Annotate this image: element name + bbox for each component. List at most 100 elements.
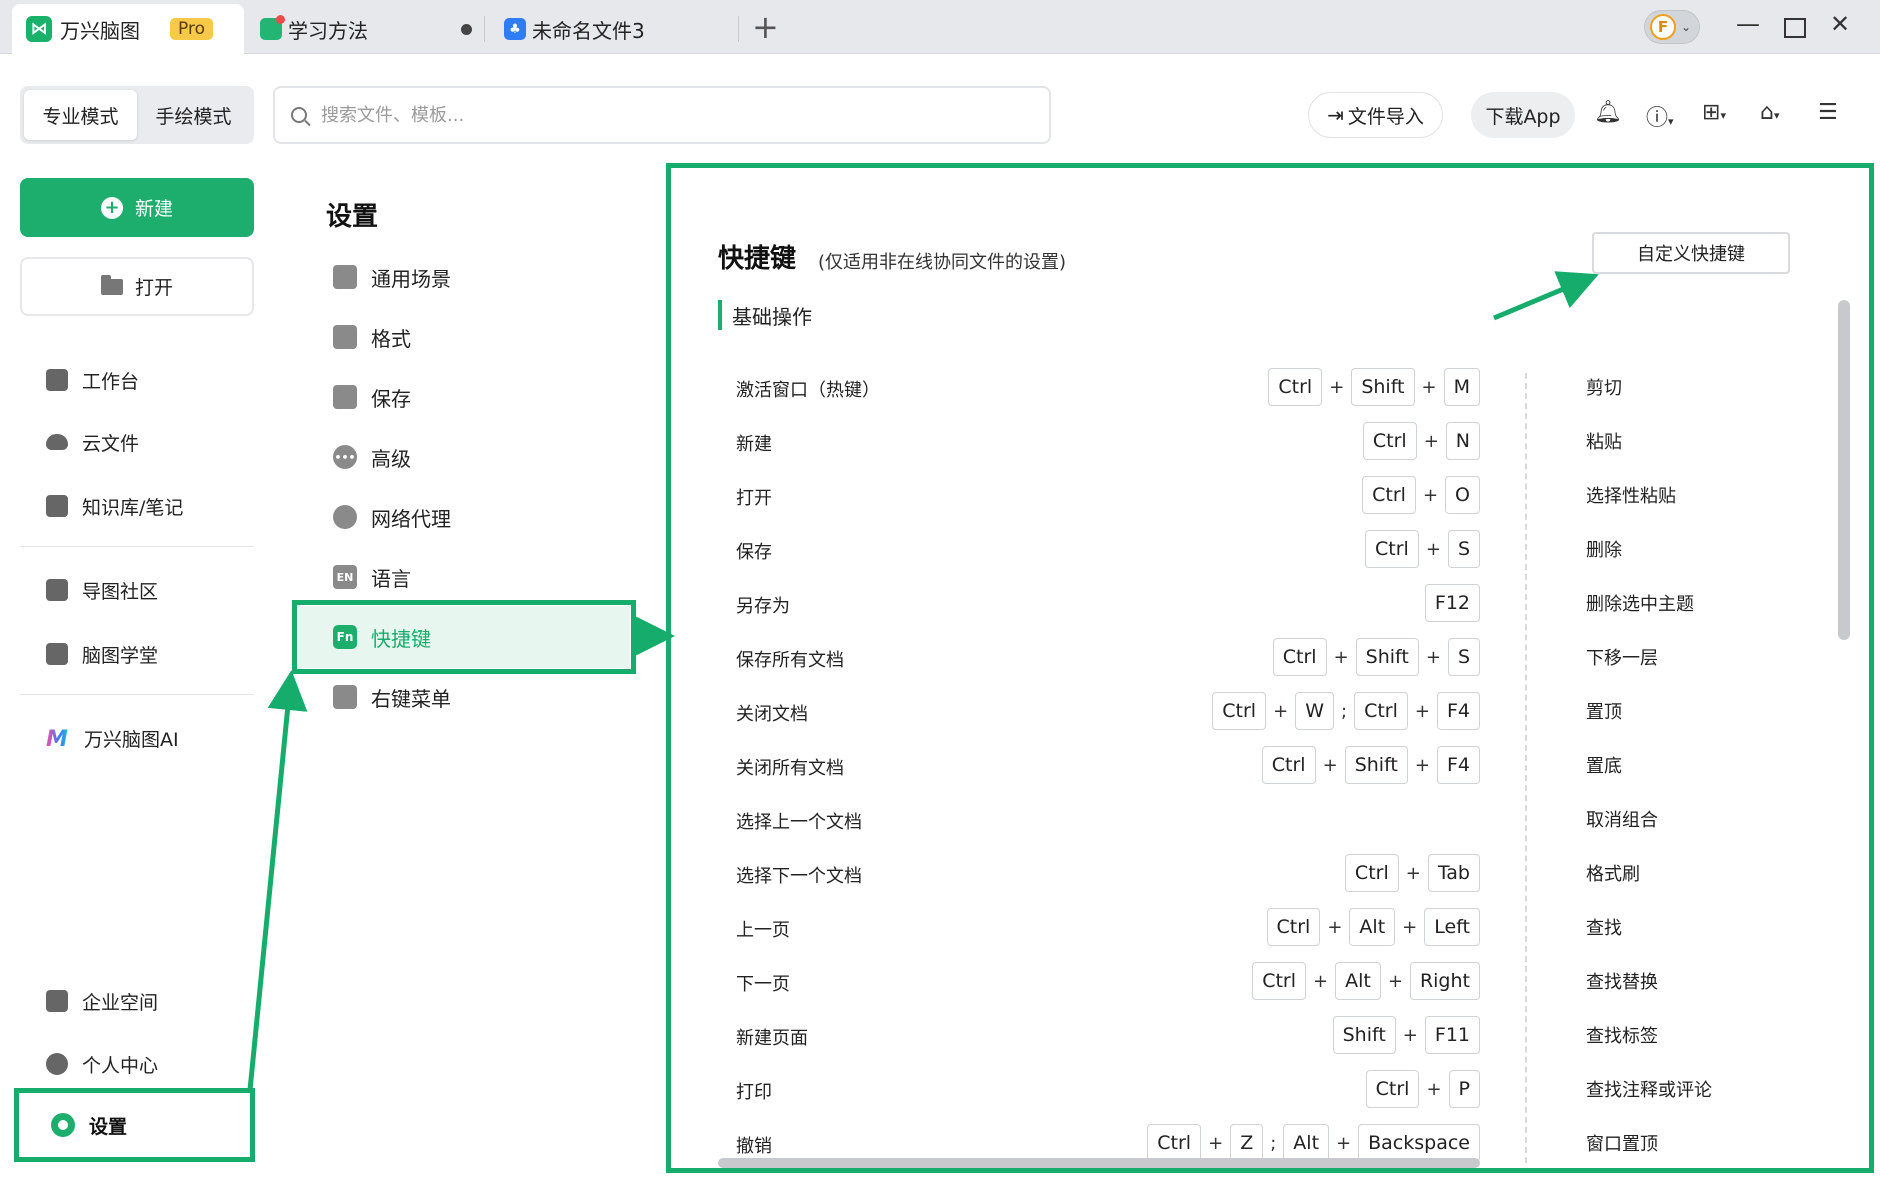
custom-shortcut-button[interactable]: 自定义快捷键 (1592, 232, 1790, 274)
shortcut-label: 新建 (736, 434, 772, 455)
shortcut-label: 新建页面 (736, 1028, 808, 1049)
shortcut-row[interactable]: 关闭文档 Ctrl + W; Ctrl + F4 (736, 688, 1480, 742)
sidebar-divider (20, 546, 254, 547)
horizontal-scrollbar[interactable] (718, 1158, 1480, 1168)
shortcut-label[interactable]: 剪切 (1586, 374, 1622, 400)
tab-divider (484, 16, 485, 42)
shortcut-row[interactable]: 关闭所有文档 Ctrl + Shift + F4 (736, 742, 1480, 796)
save-icon (333, 385, 357, 409)
shortcut-label[interactable]: 置底 (1586, 752, 1622, 778)
settings-item-label: 语言 (371, 566, 411, 591)
sidebar-item-workbench[interactable]: 工作台 (46, 362, 139, 398)
theme-shirt-icon[interactable]: ⌂▾ (1760, 100, 1780, 125)
settings-item-save[interactable]: 保存 (333, 377, 411, 417)
key-cap: Tab (1427, 854, 1480, 892)
mode-handdrawn[interactable]: 手绘模式 (137, 90, 250, 140)
key-cap: Shift (1332, 1016, 1396, 1054)
settings-item-proxy[interactable]: 网络代理 (333, 497, 451, 537)
collapse-menu-icon[interactable]: ☰ (1818, 100, 1838, 125)
settings-item-format[interactable]: 格式 (333, 317, 411, 357)
shortcut-row[interactable]: 上一页 Ctrl + Alt + Left (736, 904, 1480, 958)
shortcut-label: 保存所有文档 (736, 650, 844, 671)
shortcut-label: 下一页 (736, 974, 790, 995)
tab-app-home[interactable]: ⋈ 万兴脑图 Pro (12, 4, 244, 54)
shortcut-label[interactable]: 粘贴 (1586, 428, 1622, 454)
maximize-button[interactable] (1784, 18, 1806, 38)
new-tab-plus-icon[interactable]: + (752, 8, 779, 46)
sidebar-item-label: 企业空间 (82, 991, 159, 1014)
shortcut-row[interactable]: 新建 Ctrl + N (736, 418, 1480, 472)
open-label: 打开 (134, 277, 173, 299)
shortcut-label[interactable]: 查找注释或评论 (1586, 1076, 1712, 1102)
shortcut-row[interactable]: 下一页 Ctrl + Alt + Right (736, 958, 1480, 1012)
shortcut-label[interactable]: 选择性粘贴 (1586, 482, 1676, 508)
help-icon[interactable]: ⓘ▾ (1646, 100, 1674, 132)
fn-key-icon: Fn (333, 625, 357, 649)
settings-item-language[interactable]: EN 语言 (333, 557, 411, 597)
shortcut-row[interactable]: 保存所有文档 Ctrl + Shift + S (736, 634, 1480, 688)
key-cap: Ctrl (1261, 746, 1316, 784)
sidebar-divider (20, 694, 254, 695)
shortcut-label[interactable]: 删除选中主题 (1586, 590, 1694, 616)
tab-study-method[interactable]: 学习方法 (254, 4, 482, 54)
settings-item-advanced[interactable]: ••• 高级 (333, 437, 411, 477)
download-app-button[interactable]: 下载App (1471, 92, 1575, 138)
shortcut-row[interactable]: 打印 Ctrl + P (736, 1066, 1480, 1120)
settings-item-label: 快捷键 (371, 626, 431, 651)
sidebar-item-knowledge[interactable]: 知识库/笔记 (46, 488, 183, 524)
shortcut-label[interactable]: 窗口置顶 (1586, 1130, 1658, 1156)
key-separator: + (1322, 754, 1338, 776)
shortcut-label[interactable]: 查找替换 (1586, 968, 1658, 994)
mode-professional[interactable]: 专业模式 (24, 90, 137, 140)
sidebar-item-enterprise[interactable]: 企业空间 (46, 983, 158, 1019)
shortcut-row[interactable]: 选择上一个文档 (736, 796, 1480, 850)
key-combo: Ctrl + N (1362, 422, 1480, 460)
close-button[interactable]: ✕ (1830, 10, 1850, 38)
key-cap: O (1445, 476, 1480, 514)
shortcut-label: 关闭所有文档 (736, 758, 844, 779)
key-combo: Ctrl + S (1365, 530, 1480, 568)
open-button[interactable]: 打开 (20, 257, 254, 316)
key-combo: Ctrl + Shift + M (1268, 368, 1480, 406)
minimize-button[interactable]: — (1736, 10, 1760, 38)
shortcut-row[interactable]: 另存为 F12 (736, 580, 1480, 634)
shortcut-row[interactable]: 激活窗口（热键） Ctrl + Shift + M (736, 364, 1480, 418)
sidebar-item-settings[interactable]: 设置 (14, 1088, 255, 1162)
shortcut-label: 选择下一个文档 (736, 866, 862, 887)
key-separator: + (1387, 970, 1403, 992)
sidebar-item-cloud[interactable]: 云文件 (46, 424, 139, 460)
bell-icon[interactable]: 🔔︎ (1594, 100, 1622, 125)
sidebar-item-label: 云文件 (82, 432, 140, 455)
shortcut-label[interactable]: 下移一层 (1586, 644, 1658, 670)
settings-item-context-menu[interactable]: 右键菜单 (333, 677, 451, 717)
shortcut-label[interactable]: 查找 (1586, 914, 1622, 940)
folder-icon (100, 274, 123, 295)
shortcut-label[interactable]: 置顶 (1586, 698, 1622, 724)
sidebar-item-academy[interactable]: 脑图学堂 (46, 636, 158, 672)
new-button[interactable]: + 新建 (20, 178, 254, 237)
apps-grid-icon[interactable]: ⊞▾ (1702, 100, 1726, 125)
settings-item-label: 网络代理 (371, 506, 451, 531)
settings-item-shortcuts[interactable]: Fn 快捷键 (298, 606, 630, 668)
shortcut-row[interactable]: 新建页面 Shift + F11 (736, 1012, 1480, 1066)
shortcut-label: 打开 (736, 488, 772, 509)
user-avatar-menu[interactable]: F ⌄ (1644, 10, 1700, 44)
shortcut-label[interactable]: 查找标签 (1586, 1022, 1658, 1048)
tab-untitled-3[interactable]: ♣ 未命名文件3 (500, 4, 736, 54)
sidebar-item-ai[interactable]: M 万兴脑图AI (46, 720, 179, 756)
key-cap: F11 (1424, 1016, 1480, 1054)
search-input[interactable] (321, 104, 921, 126)
sidebar-item-community[interactable]: 导图社区 (46, 572, 158, 608)
vertical-scrollbar[interactable] (1838, 300, 1850, 640)
search-icon (291, 107, 307, 123)
shortcut-label[interactable]: 删除 (1586, 536, 1622, 562)
settings-item-general[interactable]: 通用场景 (333, 257, 451, 297)
shortcut-label[interactable]: 格式刷 (1586, 860, 1640, 886)
sidebar-item-profile[interactable]: 个人中心 (46, 1046, 158, 1082)
file-import-button[interactable]: ⇥ 文件导入 (1308, 92, 1443, 138)
shortcut-row[interactable]: 选择下一个文档 Ctrl + Tab (736, 850, 1480, 904)
shortcut-row[interactable]: 打开 Ctrl + O (736, 472, 1480, 526)
shortcut-label[interactable]: 取消组合 (1586, 806, 1658, 832)
column-divider (1525, 373, 1527, 1163)
shortcut-row[interactable]: 保存 Ctrl + S (736, 526, 1480, 580)
